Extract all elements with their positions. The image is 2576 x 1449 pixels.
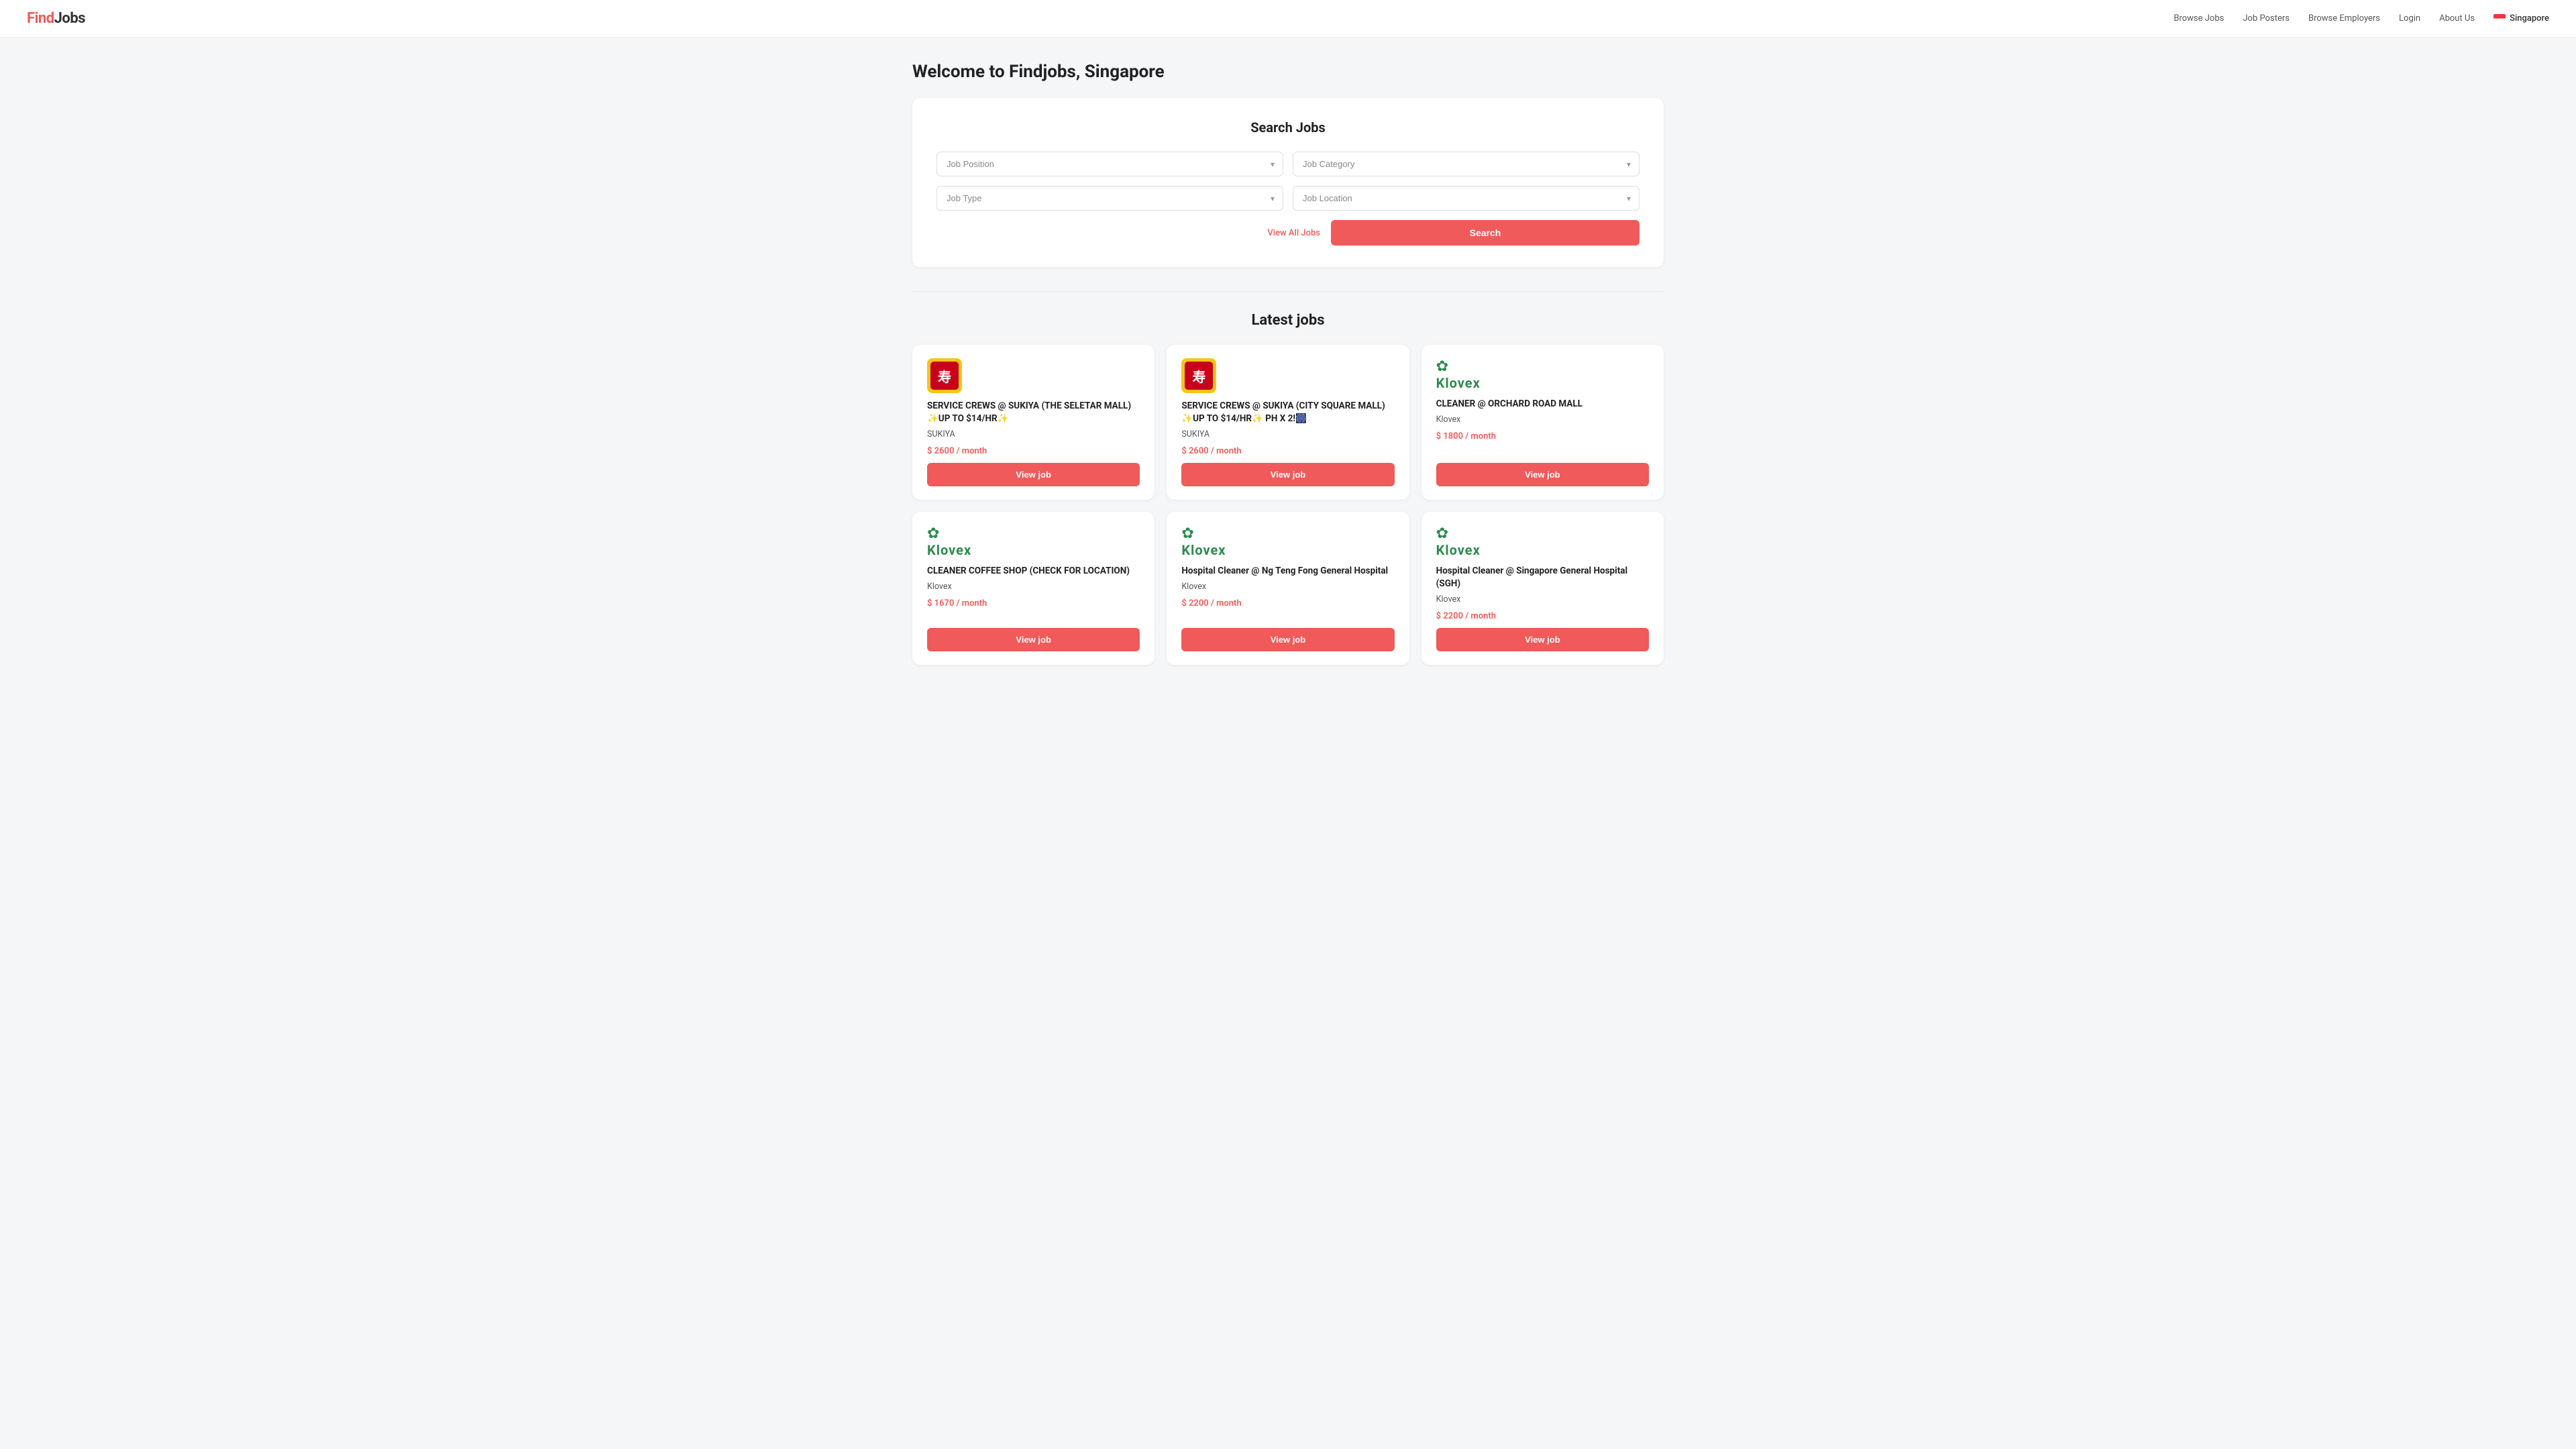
main-content: Welcome to Findjobs, Singapore Search Jo… — [885, 38, 1690, 689]
company-logo: 寿 — [1181, 358, 1216, 393]
search-card: Search Jobs Job Position ▾ Job Category … — [912, 98, 1664, 267]
nav-browse-jobs[interactable]: Browse Jobs — [2174, 13, 2224, 23]
company-logo: ✿ Klovex — [1436, 525, 1649, 558]
nav-browse-employers[interactable]: Browse Employers — [2308, 13, 2380, 23]
klovex-flower-icon: ✿ — [1436, 358, 1448, 375]
job-title: SERVICE CREWS @ SUKIYA (CITY SQUARE MALL… — [1181, 400, 1394, 425]
search-button[interactable]: Search — [1331, 220, 1640, 246]
view-job-button[interactable]: View job — [1181, 628, 1394, 651]
job-card: ✿ Klovex CLEANER @ ORCHARD ROAD MALL Klo… — [1421, 345, 1664, 500]
view-job-button[interactable]: View job — [927, 628, 1140, 651]
klovex-brand-name: Klovex — [927, 542, 971, 558]
job-category-select[interactable]: Job Category — [1303, 159, 1629, 169]
job-salary: $ 1670 / month — [927, 598, 1140, 608]
company-name: Klovex — [1436, 594, 1649, 604]
view-job-button[interactable]: View job — [1436, 463, 1649, 486]
job-salary: $ 2600 / month — [927, 446, 1140, 456]
klovex-flower-icon: ✿ — [1181, 525, 1193, 542]
nav-about-us[interactable]: About Us — [2439, 13, 2475, 23]
site-logo[interactable]: FindJobs — [27, 10, 85, 27]
job-card: 寿 SERVICE CREWS @ SUKIYA (CITY SQUARE MA… — [1167, 345, 1409, 500]
klovex-brand-name: Klovex — [1436, 542, 1481, 558]
company-logo: ✿ Klovex — [927, 525, 1140, 558]
search-actions: View All Jobs Search — [936, 220, 1640, 246]
job-category-select-wrapper[interactable]: Job Category ▾ — [1293, 152, 1640, 176]
company-name: SUKIYA — [1181, 429, 1394, 439]
main-nav: Browse Jobs Job Posters Browse Employers… — [2174, 13, 2549, 23]
job-title: SERVICE CREWS @ SUKIYA (THE SELETAR MALL… — [927, 400, 1140, 425]
klovex-brand-name: Klovex — [1436, 375, 1481, 391]
section-divider — [912, 291, 1664, 292]
job-card: ✿ Klovex CLEANER COFFEE SHOP (CHECK FOR … — [912, 512, 1155, 665]
logo-find: Find — [27, 10, 54, 27]
nav-job-posters[interactable]: Job Posters — [2243, 13, 2290, 23]
logo-jobs: Jobs — [54, 10, 85, 27]
job-salary: $ 2600 / month — [1181, 446, 1394, 456]
job-card: ✿ Klovex Hospital Cleaner @ Ng Teng Fong… — [1167, 512, 1409, 665]
job-position-select-wrapper[interactable]: Job Position ▾ — [936, 152, 1283, 176]
location-name: Singapore — [2510, 13, 2549, 23]
location-badge[interactable]: Singapore — [2493, 13, 2549, 23]
job-salary: $ 2200 / month — [1181, 598, 1394, 608]
job-position-select[interactable]: Job Position — [947, 159, 1273, 169]
job-type-select[interactable]: Job Type — [947, 193, 1273, 203]
klovex-brand-name: Klovex — [1181, 542, 1226, 558]
job-title: CLEANER @ ORCHARD ROAD MALL — [1436, 398, 1649, 411]
search-card-title: Search Jobs — [936, 119, 1640, 136]
job-title: Hospital Cleaner @ Singapore General Hos… — [1436, 565, 1649, 590]
nav-login[interactable]: Login — [2399, 13, 2420, 23]
search-row-2: Job Type ▾ Job Location ▾ — [936, 186, 1640, 211]
sukiya-logo-icon: 寿 — [1185, 362, 1213, 390]
job-location-select[interactable]: Job Location — [1303, 193, 1629, 203]
klovex-flower-icon: ✿ — [1436, 525, 1448, 542]
company-logo: 寿 — [927, 358, 962, 393]
view-job-button[interactable]: View job — [927, 463, 1140, 486]
job-location-select-wrapper[interactable]: Job Location ▾ — [1293, 186, 1640, 211]
company-logo: ✿ Klovex — [1181, 525, 1394, 558]
klovex-flower-icon: ✿ — [927, 525, 939, 542]
company-name: Klovex — [1436, 415, 1649, 425]
view-job-button[interactable]: View job — [1436, 628, 1649, 651]
company-name: Klovex — [927, 582, 1140, 592]
search-row-1: Job Position ▾ Job Category ▾ — [936, 152, 1640, 176]
flag-icon — [2493, 14, 2506, 23]
welcome-title: Welcome to Findjobs, Singapore — [912, 62, 1664, 82]
job-card: ✿ Klovex Hospital Cleaner @ Singapore Ge… — [1421, 512, 1664, 665]
view-all-jobs-link[interactable]: View All Jobs — [1267, 228, 1320, 238]
latest-jobs-title: Latest jobs — [912, 312, 1664, 329]
job-title: CLEANER COFFEE SHOP (CHECK FOR LOCATION) — [927, 565, 1140, 578]
job-card: 寿 SERVICE CREWS @ SUKIYA (THE SELETAR MA… — [912, 345, 1155, 500]
site-header: FindJobs Browse Jobs Job Posters Browse … — [0, 0, 2576, 38]
sukiya-logo-icon: 寿 — [930, 362, 959, 390]
job-salary: $ 1800 / month — [1436, 431, 1649, 441]
company-logo: ✿ Klovex — [1436, 358, 1649, 391]
view-job-button[interactable]: View job — [1181, 463, 1394, 486]
jobs-grid: 寿 SERVICE CREWS @ SUKIYA (THE SELETAR MA… — [912, 345, 1664, 665]
company-name: Klovex — [1181, 582, 1394, 592]
job-salary: $ 2200 / month — [1436, 611, 1649, 621]
company-name: SUKIYA — [927, 429, 1140, 439]
job-title: Hospital Cleaner @ Ng Teng Fong General … — [1181, 565, 1394, 578]
job-type-select-wrapper[interactable]: Job Type ▾ — [936, 186, 1283, 211]
